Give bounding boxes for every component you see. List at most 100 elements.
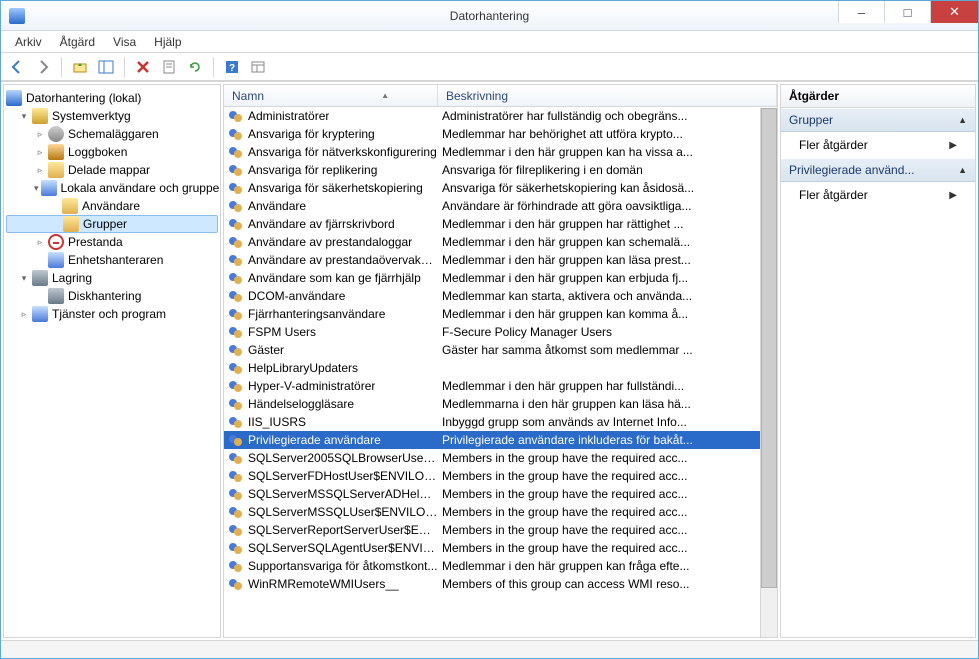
expander-icon[interactable]: ▾ [34, 182, 39, 194]
properties-button[interactable] [157, 56, 181, 78]
tree-diskhantering[interactable]: Diskhantering [6, 287, 218, 305]
list-row[interactable]: Ansvariga för replikeringAnsvariga för f… [224, 161, 760, 179]
list-row[interactable]: Användare som kan ge fjärrhjälpMedlemmar… [224, 269, 760, 287]
expander-icon[interactable]: ▾ [18, 110, 30, 122]
actions-section-privilegierade[interactable]: Privilegierade använd... ▲ [781, 158, 975, 182]
list-row[interactable]: FSPM Users F-Secure Policy Manager Users [224, 323, 760, 341]
list-row[interactable]: SQLServerReportServerUser$ENVIL...Member… [224, 521, 760, 539]
group-icon [228, 522, 244, 538]
expander-icon[interactable]: ▹ [18, 308, 30, 320]
list-row[interactable]: HelpLibraryUpdaters [224, 359, 760, 377]
list-row[interactable]: Användare av prestandaloggarMedlemmar i … [224, 233, 760, 251]
actions-more-1[interactable]: Fler åtgärder ▶ [781, 132, 975, 158]
tree-anvandare[interactable]: Användare [6, 197, 218, 215]
expander-icon[interactable]: ▹ [34, 164, 46, 176]
panes-icon [98, 59, 114, 75]
list-row[interactable]: Användare av fjärrskrivbordMedlemmar i d… [224, 215, 760, 233]
vertical-scrollbar[interactable] [760, 108, 777, 637]
list-row[interactable]: FjärrhanteringsanvändareMedlemmar i den … [224, 305, 760, 323]
tree-label: Systemverktyg [52, 109, 131, 123]
group-description: F-Secure Policy Manager Users [438, 325, 760, 339]
column-header-name[interactable]: Namn ▲ [224, 85, 438, 106]
group-icon [228, 180, 244, 196]
list-row[interactable]: Ansvariga för krypteringMedlemmar har be… [224, 125, 760, 143]
group-description: Medlemmar i den här gruppen kan fråga ef… [438, 559, 760, 573]
group-name: SQLServerMSSQLUser$ENVILOOP-... [248, 505, 438, 519]
column-label: Beskrivning [446, 89, 508, 103]
list-row[interactable]: Ansvariga för säkerhetskopieringAnsvarig… [224, 179, 760, 197]
group-name: Ansvariga för kryptering [248, 127, 375, 141]
list-row[interactable]: HändelseloggläsareMedlemmarna i den här … [224, 395, 760, 413]
tree-panel[interactable]: Datorhantering (lokal) ▾ Systemverktyg ▹… [3, 84, 221, 638]
expander-icon[interactable]: ▹ [34, 128, 46, 140]
actions-more-2[interactable]: Fler åtgärder ▶ [781, 182, 975, 208]
list-row[interactable]: SQLServer2005SQLBrowserUser$E...Members … [224, 449, 760, 467]
list-row[interactable]: SQLServerSQLAgentUser$ENVILO...Members i… [224, 539, 760, 557]
group-name: SQLServerFDHostUser$ENVILOOP-... [248, 469, 438, 483]
tree-loggboken[interactable]: ▹ Loggboken [6, 143, 218, 161]
group-icon [228, 306, 244, 322]
group-icon [228, 108, 244, 124]
tree-schemalaggaren[interactable]: ▹ Schemaläggaren [6, 125, 218, 143]
list-row[interactable]: Ansvariga för nätverkskonfigureringMedle… [224, 143, 760, 161]
group-name: FSPM Users [248, 325, 316, 339]
list-row[interactable]: AdministratörerAdministratörer har fulls… [224, 107, 760, 125]
menu-hjalp[interactable]: Hjälp [146, 33, 189, 51]
tree-lokala-anvandare[interactable]: ▾ Lokala användare och grupper [6, 179, 218, 197]
group-icon [228, 558, 244, 574]
list-row[interactable]: SQLServerMSSQLUser$ENVILOOP-...Members i… [224, 503, 760, 521]
forward-button[interactable] [31, 56, 55, 78]
list-row[interactable]: SQLServerMSSQLServerADHelperU...Members … [224, 485, 760, 503]
refresh-button[interactable] [183, 56, 207, 78]
expander-icon[interactable]: ▹ [34, 236, 46, 248]
tree-delade-mappar[interactable]: ▹ Delade mappar [6, 161, 218, 179]
help-button[interactable]: ? [220, 56, 244, 78]
tree-label: Prestanda [68, 235, 123, 249]
group-icon [228, 198, 244, 214]
list-row[interactable]: IIS_IUSRSInbyggd grupp som används av In… [224, 413, 760, 431]
list-row[interactable]: WinRMRemoteWMIUsers__Members of this gro… [224, 575, 760, 593]
list-row[interactable]: Användare av prestandaövervakningMedlemm… [224, 251, 760, 269]
tree-lagring[interactable]: ▾ Lagring [6, 269, 218, 287]
groups-list[interactable]: AdministratörerAdministratörer har fulls… [224, 107, 777, 637]
menu-visa[interactable]: Visa [105, 33, 144, 51]
titlebar[interactable]: Datorhantering – □ ✕ [1, 1, 978, 31]
group-description: Medlemmar i den här gruppen kan schemalä… [438, 235, 760, 249]
group-name: Fjärrhanteringsanvändare [248, 307, 385, 321]
close-button[interactable]: ✕ [930, 1, 978, 23]
group-icon [228, 414, 244, 430]
tree-enhetshanteraren[interactable]: Enhetshanteraren [6, 251, 218, 269]
menu-arkiv[interactable]: Arkiv [7, 33, 50, 51]
list-row[interactable]: DCOM-användareMedlemmar kan starta, akti… [224, 287, 760, 305]
details-panel: Namn ▲ Beskrivning AdministratörerAdmini… [223, 84, 778, 638]
group-description: Medlemmar i den här gruppen har rättighe… [438, 217, 760, 231]
back-button[interactable] [5, 56, 29, 78]
app-icon [9, 8, 25, 24]
maximize-button[interactable]: □ [884, 1, 930, 23]
computer-icon [6, 90, 22, 106]
list-row[interactable]: SQLServerFDHostUser$ENVILOOP-...Members … [224, 467, 760, 485]
delete-button[interactable] [131, 56, 155, 78]
expander-icon[interactable]: ▹ [34, 146, 46, 158]
menu-atgard[interactable]: Åtgärd [52, 33, 103, 51]
list-row[interactable]: Supportansvariga för åtkomstkont...Medle… [224, 557, 760, 575]
up-folder-button[interactable] [68, 56, 92, 78]
actions-section-grupper[interactable]: Grupper ▲ [781, 108, 975, 132]
view-button[interactable] [246, 56, 270, 78]
column-header-description[interactable]: Beskrivning [438, 85, 777, 106]
list-row[interactable]: GästerGäster har samma åtkomst som medle… [224, 341, 760, 359]
list-row[interactable]: Hyper-V-administratörerMedlemmar i den h… [224, 377, 760, 395]
tree-tjanster[interactable]: ▹ Tjänster och program [6, 305, 218, 323]
group-icon [228, 504, 244, 520]
minimize-button[interactable]: – [838, 1, 884, 23]
expander-icon[interactable]: ▾ [18, 272, 30, 284]
scrollbar-thumb[interactable] [761, 108, 777, 588]
list-row[interactable]: AnvändareAnvändare är förhindrade att gö… [224, 197, 760, 215]
tree-systemverktyg[interactable]: ▾ Systemverktyg [6, 107, 218, 125]
show-hide-tree-button[interactable] [94, 56, 118, 78]
tree-grupper[interactable]: Grupper [6, 215, 218, 233]
tree-root[interactable]: Datorhantering (lokal) [6, 89, 218, 107]
tree-prestanda[interactable]: ▹ Prestanda [6, 233, 218, 251]
tree-label: Delade mappar [68, 163, 150, 177]
list-row[interactable]: Privilegierade användarePrivilegierade a… [224, 431, 760, 449]
